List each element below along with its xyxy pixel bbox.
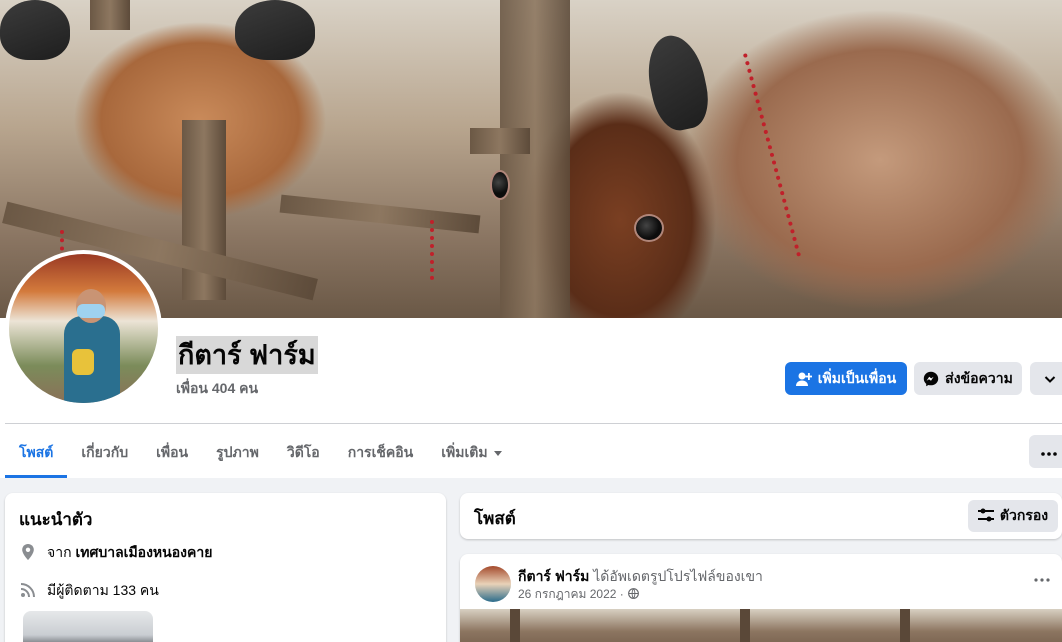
message-button[interactable]: ส่งข้อความ (914, 362, 1022, 395)
ellipsis-icon (1041, 443, 1057, 461)
tab-label: เพื่อน (156, 444, 189, 460)
chevron-down-icon (1043, 372, 1057, 386)
profile-name: กีตาร์ ฟาร์ม (176, 336, 318, 374)
header-divider (5, 423, 1062, 424)
tab-friends[interactable]: เพื่อน (142, 428, 202, 478)
tab-label: เกี่ยวกับ (81, 444, 129, 460)
intro-title: แนะนำตัว (19, 510, 93, 529)
filter-sliders-icon (977, 508, 994, 525)
cover-photo[interactable] (0, 0, 1062, 318)
ellipsis-icon (1034, 569, 1050, 587)
from-prefix: จาก (47, 544, 72, 560)
rss-icon (19, 581, 37, 602)
tab-label: วิดีโอ (286, 444, 320, 460)
intro-card: แนะนำตัว จาก เทศบาลเมืองหนองคาย มีผู้ติด… (5, 493, 446, 642)
profile-picture[interactable] (5, 250, 162, 407)
tab-videos[interactable]: วิดีโอ (273, 428, 334, 478)
post-timestamp: 26 กรกฎาคม 2022 · (518, 585, 639, 604)
globe-icon (627, 587, 639, 602)
profile-tabs: โพสต์ เกี่ยวกับ เพื่อน รูปภาพ วิดีโอ การ… (5, 428, 516, 478)
add-friend-button[interactable]: เพิ่มเป็นเพื่อน (785, 362, 907, 395)
tab-label: การเช็คอิน (347, 444, 414, 460)
tab-about[interactable]: เกี่ยวกับ (67, 428, 142, 478)
intro-hometown: จาก เทศบาลเมืองหนองคาย (19, 542, 212, 564)
location-pin-icon (19, 543, 37, 564)
followers-count[interactable]: มีผู้ติดตาม 133 คน (47, 580, 159, 602)
message-label: ส่งข้อความ (945, 369, 1013, 386)
tab-checkins[interactable]: การเช็คอิน (334, 428, 428, 478)
tab-more[interactable]: เพิ่มเติม (427, 428, 515, 478)
filter-label: ตัวกรอง (999, 507, 1049, 523)
featured-photo[interactable] (23, 611, 153, 642)
post-image[interactable] (460, 609, 1062, 642)
posts-header: โพสต์ ตัวกรอง (460, 493, 1062, 539)
post-options-button[interactable] (1032, 568, 1052, 588)
tab-photos[interactable]: รูปภาพ (202, 428, 273, 478)
messenger-icon (923, 371, 939, 387)
post-author-name[interactable]: กีตาร์ ฟาร์ม (518, 568, 589, 584)
add-friend-icon (795, 371, 812, 387)
hometown-link[interactable]: เทศบาลเมืองหนองคาย (75, 544, 212, 560)
caret-down-icon (493, 450, 502, 456)
more-options-button[interactable] (1030, 362, 1062, 395)
tab-label: เพิ่มเติม (441, 444, 488, 460)
tab-more-options-button[interactable] (1029, 435, 1062, 468)
tab-label: โพสต์ (19, 444, 54, 460)
profile-page: กีตาร์ ฟาร์ม เพื่อน 404 คน เพิ่มเป็นเพื่… (0, 0, 1062, 642)
intro-followers: มีผู้ติดตาม 133 คน (19, 580, 159, 602)
add-friend-label: เพิ่มเป็นเพื่อน (817, 369, 897, 386)
post-date[interactable]: 26 กรกฎาคม 2022 · (518, 585, 624, 604)
filter-button[interactable]: ตัวกรอง (968, 500, 1058, 532)
post-action-text: ได้อัพเดตรูปโปรไฟล์ของเขา (593, 568, 763, 584)
post-card: กีตาร์ ฟาร์ม ได้อัพเดตรูปโปรไฟล์ของเขา 2… (460, 554, 1062, 642)
tab-posts[interactable]: โพสต์ (5, 428, 68, 478)
tab-label: รูปภาพ (216, 444, 259, 460)
posts-title: โพสต์ (474, 509, 516, 528)
post-author-avatar[interactable] (475, 566, 511, 602)
friends-count[interactable]: เพื่อน 404 คน (176, 378, 258, 400)
